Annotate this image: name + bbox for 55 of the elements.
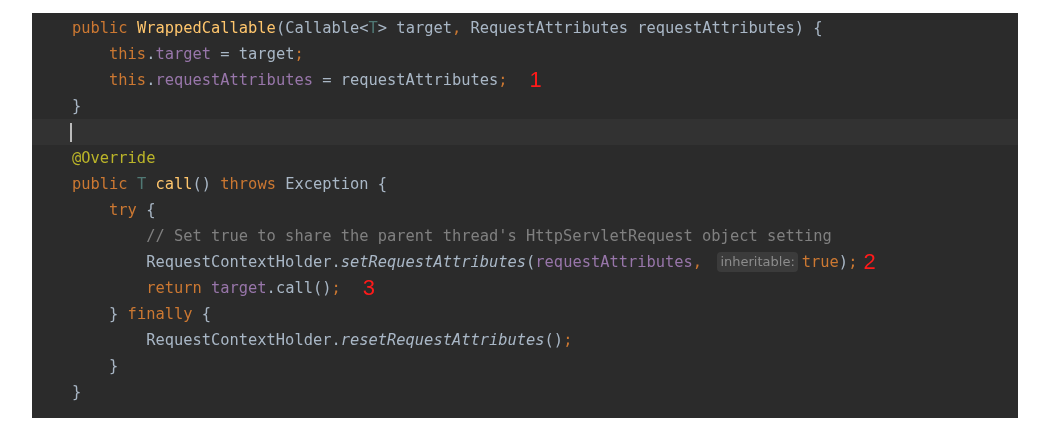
code-keyword: finally — [127, 304, 194, 325]
code-text: () — [192, 174, 213, 195]
parameter-hint: inheritable: — [717, 252, 798, 272]
code-text: ( — [526, 252, 536, 273]
method-call: setRequestAttributes — [340, 252, 527, 273]
field-name: requestAttributes — [155, 70, 313, 91]
code-text: Exception { — [285, 174, 388, 195]
code-text: () — [544, 330, 564, 351]
code-keyword: ; — [331, 278, 341, 299]
code-text: RequestContextHolder. — [145, 330, 341, 351]
type-parameter: T — [136, 174, 148, 195]
code-keyword: ; — [563, 330, 573, 351]
code-text: ) — [838, 252, 849, 273]
code-keyword: , — [451, 18, 463, 39]
field-name: target — [155, 44, 212, 65]
code-keyword: true — [801, 252, 839, 273]
code-text: = target — [219, 44, 295, 65]
code-keyword: this — [108, 70, 147, 91]
code-text: RequestAttributes requestAttributes) { — [470, 18, 823, 39]
field-name: requestAttributes — [535, 252, 693, 273]
code-keyword: public — [72, 18, 129, 39]
code-text: > target — [377, 18, 452, 39]
code-keyword: , — [692, 252, 704, 273]
code-keyword: ; — [848, 252, 858, 273]
annotation-number: 1 — [529, 67, 542, 93]
code-text: } — [108, 356, 119, 377]
code-editor[interactable] — [32, 13, 1018, 418]
type-parameter: T — [368, 18, 378, 39]
code-annotation: @Override — [72, 148, 156, 169]
annotation-number: 3 — [362, 275, 375, 301]
annotation-number: 2 — [863, 249, 876, 275]
code-comment: // Set true to share the parent thread's HttpServletRequest object setting — [145, 226, 832, 247]
code-text: } — [108, 304, 120, 325]
code-text: = requestAttributes — [321, 70, 499, 91]
field-name: target — [211, 278, 267, 299]
method-name: WrappedCallable — [136, 18, 276, 39]
code-keyword: ; — [294, 44, 304, 65]
code-text: { — [201, 304, 212, 325]
code-text: .call() — [266, 278, 332, 299]
code-keyword: try — [108, 200, 138, 221]
code-text: } — [72, 382, 82, 403]
code-keyword: throws — [220, 174, 277, 195]
code-keyword: this — [108, 44, 147, 65]
code-text: } — [72, 96, 82, 117]
code-text: RequestContextHolder. — [145, 252, 341, 273]
method-name: call — [155, 174, 193, 195]
code-text: { — [146, 200, 156, 221]
code-text: . — [146, 44, 156, 65]
code-keyword: public — [72, 174, 129, 195]
code-text: . — [146, 70, 156, 91]
method-call: resetRequestAttributes — [340, 330, 545, 351]
code-keyword: ; — [498, 70, 508, 91]
code-keyword: return — [145, 278, 203, 299]
code-text: (Callable< — [275, 18, 369, 39]
text-cursor — [70, 122, 72, 142]
